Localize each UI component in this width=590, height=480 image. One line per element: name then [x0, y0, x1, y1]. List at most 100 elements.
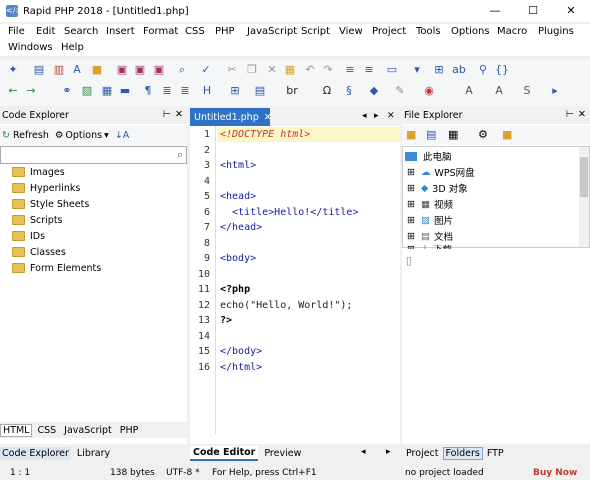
menu-javascript[interactable]: JavaScript: [247, 26, 297, 37]
code-line[interactable]: echo("Hello, World!");: [220, 298, 352, 314]
align-icon[interactable]: ≣: [160, 84, 174, 98]
braces-icon[interactable]: {}: [495, 63, 509, 77]
more-icon[interactable]: ▸: [548, 84, 562, 98]
minimize-button[interactable]: —: [476, 0, 514, 22]
tab-ftp[interactable]: FTP: [487, 448, 504, 459]
close-button[interactable]: ✕: [552, 0, 590, 22]
tab-css[interactable]: CSS: [37, 425, 56, 436]
tab-close-icon[interactable]: ✕: [264, 112, 272, 123]
format-icon[interactable]: ▾: [410, 63, 424, 77]
menu-tools[interactable]: Tools: [416, 26, 441, 37]
tree-item-hyperlinks[interactable]: Hyperlinks: [12, 180, 80, 196]
tree-icon[interactable]: ⊞: [432, 63, 446, 77]
code-line[interactable]: <html>: [220, 158, 256, 174]
menu-project[interactable]: Project: [372, 26, 406, 37]
refresh-icon[interactable]: ↻: [2, 130, 10, 141]
tree-item-video[interactable]: ⊞ ▦ 视频: [407, 197, 453, 212]
undo-icon[interactable]: ↶: [303, 63, 317, 77]
gear-icon[interactable]: ⚙: [478, 128, 488, 141]
table-icon[interactable]: ▦: [100, 84, 114, 98]
expand-icon[interactable]: ⊞: [407, 199, 415, 210]
menu-script[interactable]: Script: [301, 26, 330, 37]
code-line[interactable]: <title>Hello!</title>: [220, 205, 358, 221]
tree-item-wps[interactable]: ⊞ ☁ WPS网盘: [407, 165, 475, 180]
indent-icon[interactable]: ≡: [343, 63, 357, 77]
scrollbar-thumb[interactable]: [580, 157, 588, 197]
tree-item-documents[interactable]: ⊞ ▤ 文档: [407, 229, 453, 244]
code-line[interactable]: </body>: [220, 344, 262, 360]
expand-icon[interactable]: ⊞: [407, 183, 415, 194]
save-as-icon[interactable]: ▣: [152, 63, 166, 77]
code-line[interactable]: <body>: [220, 251, 256, 267]
tab-untitled1[interactable]: Untitled1.php ✕: [190, 108, 272, 126]
delete-icon[interactable]: ✕: [265, 63, 279, 77]
expand-icon[interactable]: ⊞: [407, 231, 415, 242]
tree-item-scripts[interactable]: Scripts: [12, 212, 63, 228]
scroll-left-icon[interactable]: ◂: [361, 447, 366, 457]
chevron-down-icon[interactable]: ▾: [104, 130, 109, 141]
font-icon[interactable]: A: [462, 84, 476, 98]
tab-code-editor[interactable]: Code Editor: [190, 445, 259, 461]
abc-icon[interactable]: ab: [452, 63, 466, 77]
menu-macro[interactable]: Macro: [497, 26, 527, 37]
refresh-button[interactable]: Refresh: [13, 130, 49, 141]
scroll-right-icon[interactable]: ▸: [386, 447, 391, 457]
code-line[interactable]: <?php: [220, 282, 250, 298]
menu-search[interactable]: Search: [64, 26, 98, 37]
tree-item-downloads[interactable]: ⊞↓下载: [407, 245, 452, 249]
open-folder-icon[interactable]: ■: [406, 128, 416, 141]
sort-icon[interactable]: ↓A: [115, 130, 129, 141]
hyperlink-icon[interactable]: ⚭: [60, 84, 74, 98]
back-icon[interactable]: ←: [6, 84, 20, 98]
tab-preview[interactable]: Preview: [264, 448, 301, 459]
paste-icon[interactable]: ▦: [283, 63, 297, 77]
menu-insert[interactable]: Insert: [106, 26, 135, 37]
brush-icon[interactable]: ✎: [393, 84, 407, 98]
expand-icon[interactable]: ⊞: [407, 167, 415, 178]
tab-html[interactable]: HTML: [0, 423, 33, 437]
spellcheck-icon[interactable]: ✓: [199, 63, 213, 77]
tree-item-pictures[interactable]: ⊞ ▨ 图片: [407, 213, 453, 228]
buy-now-link[interactable]: Buy Now: [533, 468, 577, 478]
menu-edit[interactable]: Edit: [36, 26, 55, 37]
tab-scroll-left-icon[interactable]: ◂: [362, 111, 367, 121]
menu-file[interactable]: File: [8, 26, 25, 37]
code-line[interactable]: ?>: [220, 313, 232, 329]
menu-plugins[interactable]: Plugins: [538, 26, 574, 37]
forward-icon[interactable]: →: [24, 84, 38, 98]
panel-close-icon[interactable]: ✕: [578, 109, 586, 120]
tab-php[interactable]: PHP: [120, 425, 139, 436]
font-size-icon[interactable]: A: [492, 84, 506, 98]
tree-item-images[interactable]: Images: [12, 164, 65, 180]
panel-close-icon[interactable]: ✕: [175, 109, 183, 120]
menu-format[interactable]: Format: [143, 26, 178, 37]
copy-icon[interactable]: ❐: [245, 63, 259, 77]
color-icon[interactable]: ◉: [422, 84, 436, 98]
tag-icon[interactable]: ◆: [367, 84, 381, 98]
tab-javascript[interactable]: JavaScript: [64, 425, 112, 436]
tab-folders[interactable]: Folders: [442, 446, 483, 460]
folder-icon[interactable]: ■: [502, 128, 512, 141]
outdent-icon[interactable]: ≡: [362, 63, 376, 77]
image-icon[interactable]: ▨: [80, 84, 94, 98]
expand-icon[interactable]: ⊞: [407, 245, 415, 249]
heading-icon[interactable]: H: [200, 84, 214, 98]
br-icon[interactable]: br: [285, 84, 299, 98]
menu-css[interactable]: CSS: [185, 26, 205, 37]
save-all-icon[interactable]: ▣: [133, 63, 147, 77]
menu-windows[interactable]: Windows: [8, 42, 53, 53]
view-icon[interactable]: ▦: [448, 128, 458, 141]
tab-project[interactable]: Project: [406, 448, 439, 459]
pdf-icon[interactable]: ▥: [52, 63, 66, 77]
menu-php[interactable]: PHP: [215, 26, 235, 37]
code-line[interactable]: <head>: [220, 189, 256, 205]
menu-options[interactable]: Options: [451, 26, 490, 37]
link-icon[interactable]: ⚲: [476, 63, 490, 77]
align-right-icon[interactable]: ≣: [178, 84, 192, 98]
open-folder-icon[interactable]: ■: [90, 63, 104, 77]
tab-library[interactable]: Library: [77, 448, 110, 459]
tab-scroll-right-icon[interactable]: ▸: [374, 111, 379, 121]
tree-item-classes[interactable]: Classes: [12, 244, 66, 260]
paragraph-icon[interactable]: ¶: [141, 84, 155, 98]
tab-close-all-icon[interactable]: ✕: [387, 111, 395, 121]
